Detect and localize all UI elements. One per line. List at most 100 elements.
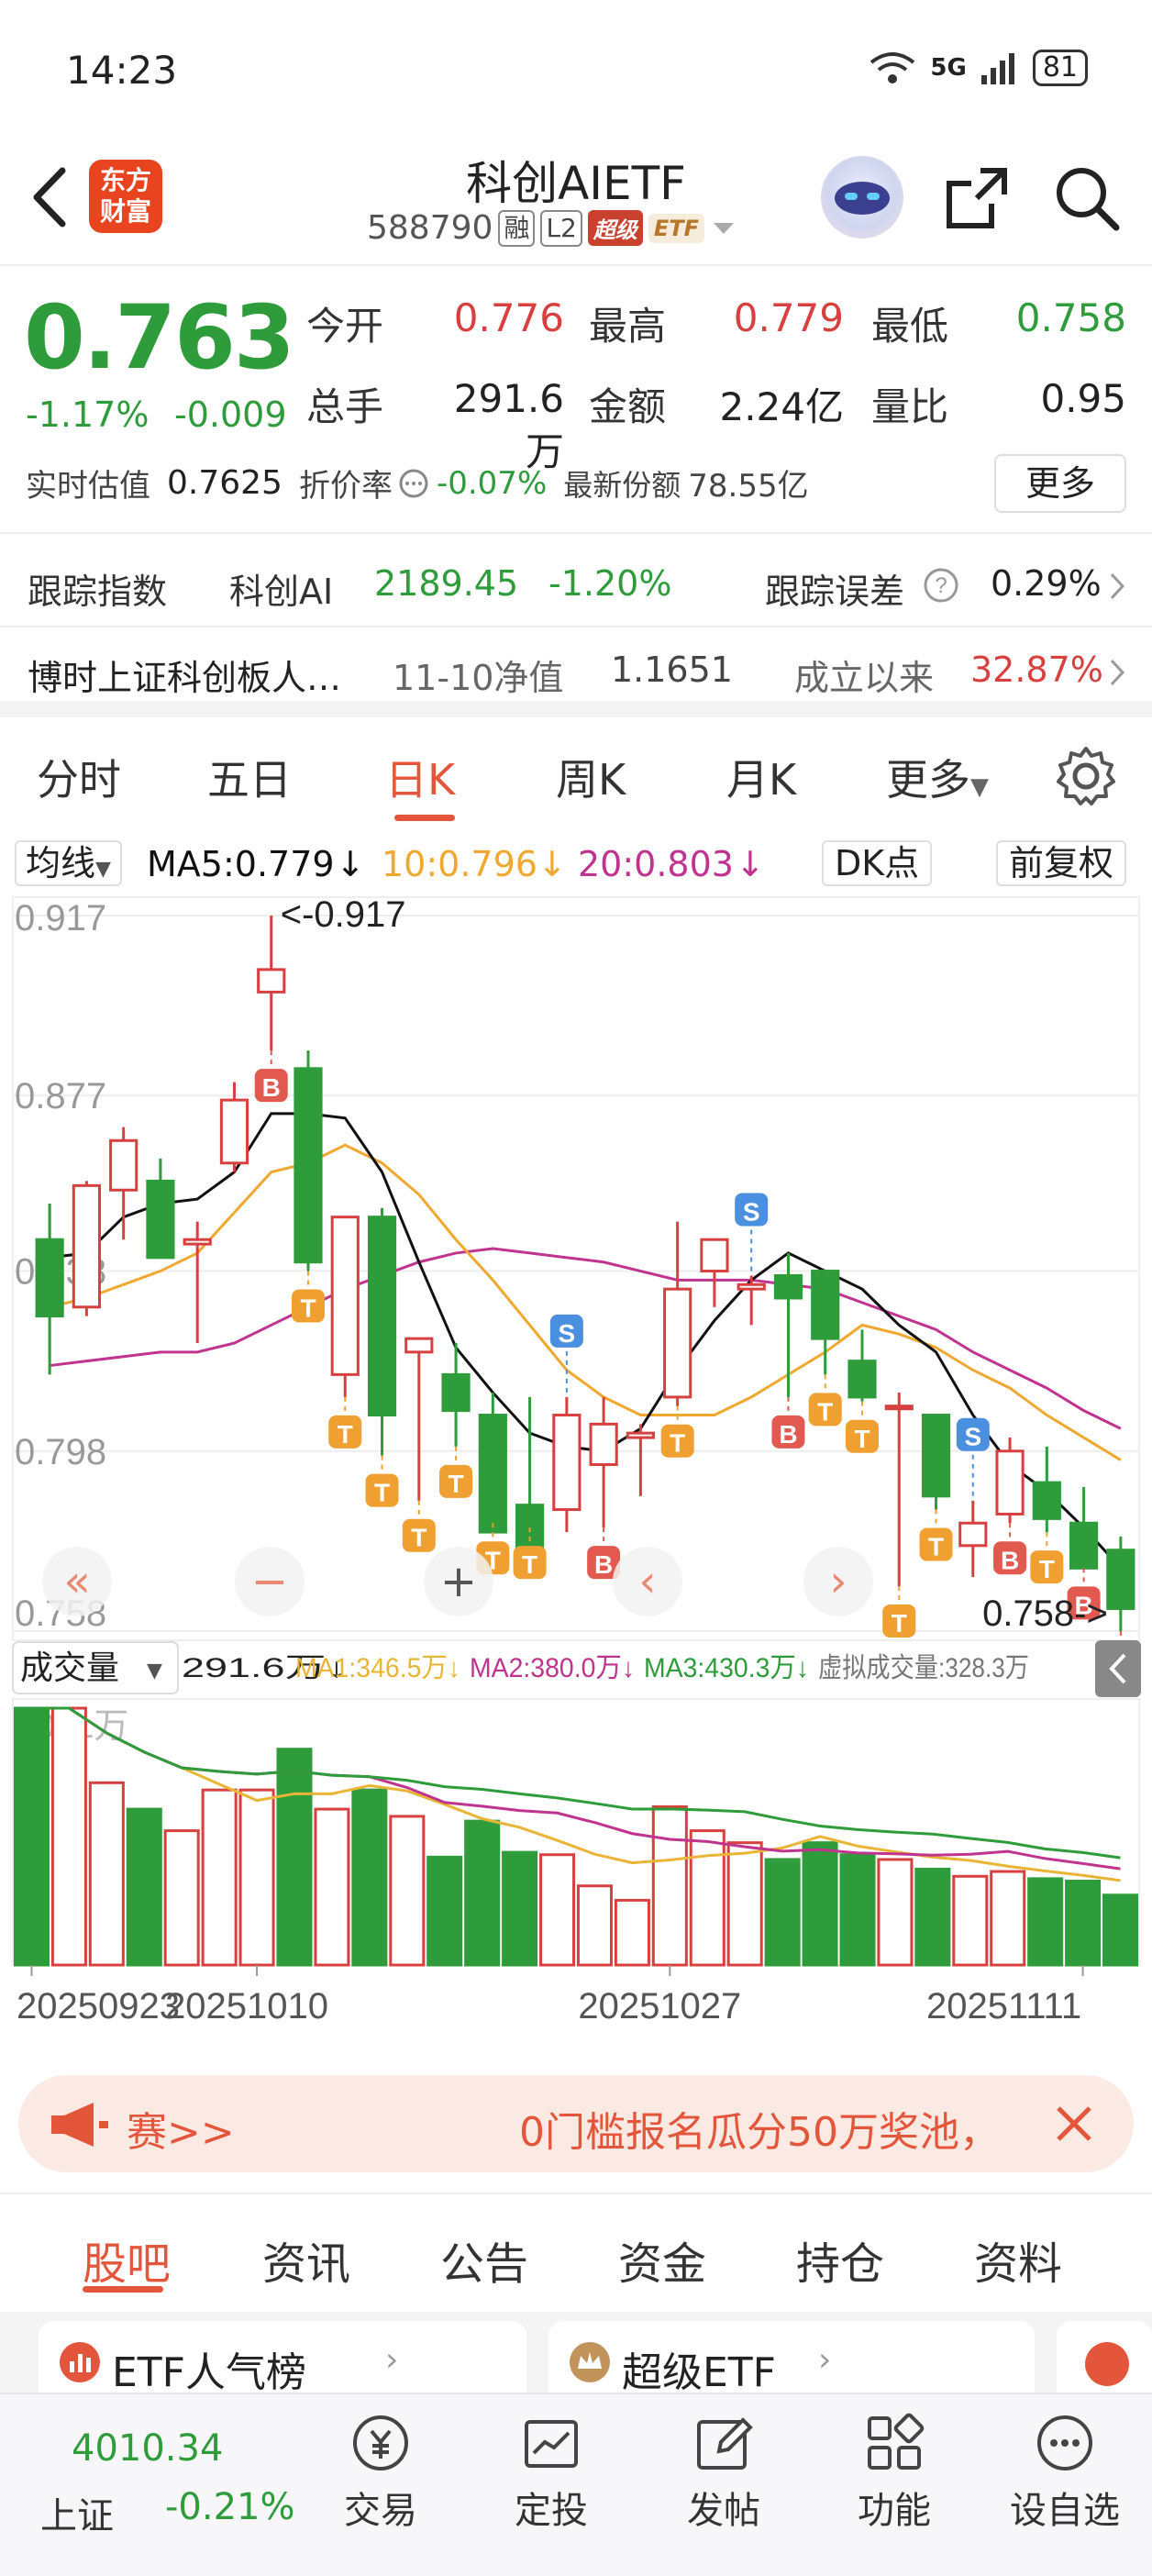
ma10-value: 10:0.796: [382, 844, 537, 884]
security-code-row[interactable]: 588790 融 L2 超级 ETF: [367, 209, 737, 247]
nav-add-watchlist[interactable]: 设自选: [1005, 2411, 1124, 2534]
est-value: 0.7625: [167, 464, 282, 502]
candle-body: [773, 1273, 803, 1300]
tab-five-day[interactable]: 五日: [207, 747, 292, 807]
tab-forum[interactable]: 股吧: [83, 2227, 171, 2292]
more-info-icon[interactable]: [398, 468, 429, 499]
share-icon[interactable]: [940, 161, 1014, 235]
megaphone-icon: [51, 2103, 108, 2147]
collapse-button[interactable]: [1095, 1640, 1141, 1697]
volume-bar: [201, 1788, 238, 1967]
volume-ratio-value: 0.95: [1040, 376, 1126, 421]
signal-label: S: [743, 1197, 760, 1226]
candle-body: [294, 1067, 323, 1264]
y-tick-label: 0.917: [15, 898, 106, 938]
ma20-arrow-icon: ↓: [736, 844, 765, 884]
ma-selector[interactable]: 均线▼: [15, 840, 122, 886]
tracking-index-row[interactable]: 跟踪指数 科创AI 2189.45 -1.20% 跟踪误差 ? 0.29%: [0, 536, 1152, 627]
search-icon[interactable]: [1050, 161, 1124, 235]
tab-more[interactable]: 更多▼: [886, 747, 989, 807]
close-icon[interactable]: [1051, 2101, 1097, 2147]
nav-trade[interactable]: 交易: [321, 2411, 440, 2534]
volume-label: 总手: [306, 384, 384, 429]
volume-bar: [651, 1804, 688, 1967]
estimate-row: 实时估值 0.7625 折价率 -0.07% 最新份额 78.55亿: [26, 461, 809, 505]
tab-fund-flow[interactable]: 资金: [618, 2227, 706, 2292]
tab-news[interactable]: 资讯: [262, 2227, 350, 2292]
fund-info-row[interactable]: 博时上证科创板人… 11-10净值 1.1651 成立以来 32.87%: [0, 629, 1152, 717]
network-label: 5G: [930, 54, 967, 82]
tab-announcements[interactable]: 公告: [440, 2227, 528, 2292]
help-icon[interactable]: ?: [923, 567, 959, 604]
candle-body: [589, 1422, 618, 1466]
more-button[interactable]: 更多: [994, 454, 1126, 513]
candle-body: [811, 1270, 840, 1340]
kline-chart-area[interactable]: 0.9170.8770.8380.7980.758BTTTTTTTSBTSBTT…: [0, 890, 1152, 2053]
dk-point-selector[interactable]: DK点: [822, 840, 933, 886]
volume-ma3: MA3:430.3万↓: [644, 1653, 809, 1683]
volume-bar: [990, 1870, 1026, 1967]
candle-body: [146, 1179, 175, 1260]
caret-down-icon: ▼: [95, 858, 111, 881]
tracking-label: 跟踪指数: [28, 572, 168, 612]
signal-label: T: [854, 1425, 870, 1453]
tab-profile[interactable]: 资料: [974, 2227, 1062, 2292]
wifi-icon: [870, 52, 915, 83]
volume-bar: [314, 1807, 350, 1967]
change-value: -0.009: [174, 394, 287, 435]
tab-daily-k[interactable]: 日K: [385, 747, 455, 807]
market-index-widget[interactable]: 4010.34 上证 -0.21%: [0, 2394, 312, 2576]
banner-right-text: 0门槛报名瓜分50万奖池，: [519, 2109, 1000, 2156]
index-name: 科创AI: [229, 572, 334, 612]
caret-down-icon: [714, 222, 735, 234]
promo-banner[interactable]: 赛>> 0门槛报名瓜分50万奖池，: [18, 2075, 1134, 2172]
ai-assistant-avatar[interactable]: [821, 156, 903, 239]
signal-label: T: [300, 1294, 316, 1323]
tab-holdings[interactable]: 持仓: [796, 2227, 884, 2292]
candle-body: [921, 1414, 951, 1498]
nav-functions[interactable]: 功能: [835, 2411, 954, 2534]
adjust-selector[interactable]: 前复权: [996, 840, 1127, 886]
volume-bar: [464, 1819, 501, 1967]
etf-tag: ETF: [648, 213, 705, 243]
signal-label: T: [670, 1429, 685, 1458]
ma20-value: 20:0.803: [578, 844, 734, 884]
y-tick-label: 0.798: [15, 1432, 106, 1472]
volume-bar: [163, 1829, 200, 1967]
nav-value: 1.1651: [611, 650, 733, 690]
volume-bar: [426, 1855, 463, 1967]
signal-label: T: [522, 1550, 537, 1579]
candle-body: [700, 1238, 729, 1273]
tab-intraday[interactable]: 分时: [37, 747, 121, 807]
grid-icon: [868, 2413, 925, 2470]
volume-bar: [502, 1850, 538, 1967]
prev-button-label: ‹: [638, 1556, 656, 1607]
edit-icon: [697, 2417, 753, 2470]
active-tab-underline: [83, 2286, 163, 2293]
candle-body: [219, 1098, 249, 1165]
signal-label: B: [779, 1420, 797, 1449]
kline-chart[interactable]: 0.9170.8770.8380.7980.758BTTTTTTTSBTSBTT…: [0, 890, 1152, 2053]
fund-name: 博时上证科创板人…: [28, 658, 342, 698]
est-label: 实时估值: [26, 468, 150, 505]
since-inception-label: 成立以来: [794, 658, 935, 698]
margin-tag: 融: [498, 209, 536, 247]
volume-indicator-label: 成交量: [20, 1649, 119, 1686]
low-label: 最低: [871, 304, 949, 349]
signal-label: T: [374, 1479, 390, 1507]
signal-label: T: [892, 1609, 907, 1638]
battery-indicator: 81: [1032, 50, 1088, 86]
x-tick-label: 20251027: [578, 1986, 741, 2026]
volume-bar: [351, 1788, 388, 1967]
volume-bar: [1027, 1877, 1064, 1967]
settings-icon[interactable]: [1055, 745, 1117, 807]
tab-weekly-k[interactable]: 周K: [556, 747, 626, 807]
volume-ma1: MA1:346.5万↓: [295, 1653, 460, 1683]
caret-down-icon: ▼: [970, 773, 989, 801]
tab-monthly-k[interactable]: 月K: [726, 747, 796, 807]
nav-auto-invest[interactable]: 定投: [492, 2411, 611, 2534]
yuan-coin-icon: [353, 2415, 408, 2471]
x-tick-label: 20251111: [926, 1986, 1081, 2026]
nav-post[interactable]: 发帖: [664, 2411, 783, 2534]
volume-bar: [576, 1884, 613, 1967]
